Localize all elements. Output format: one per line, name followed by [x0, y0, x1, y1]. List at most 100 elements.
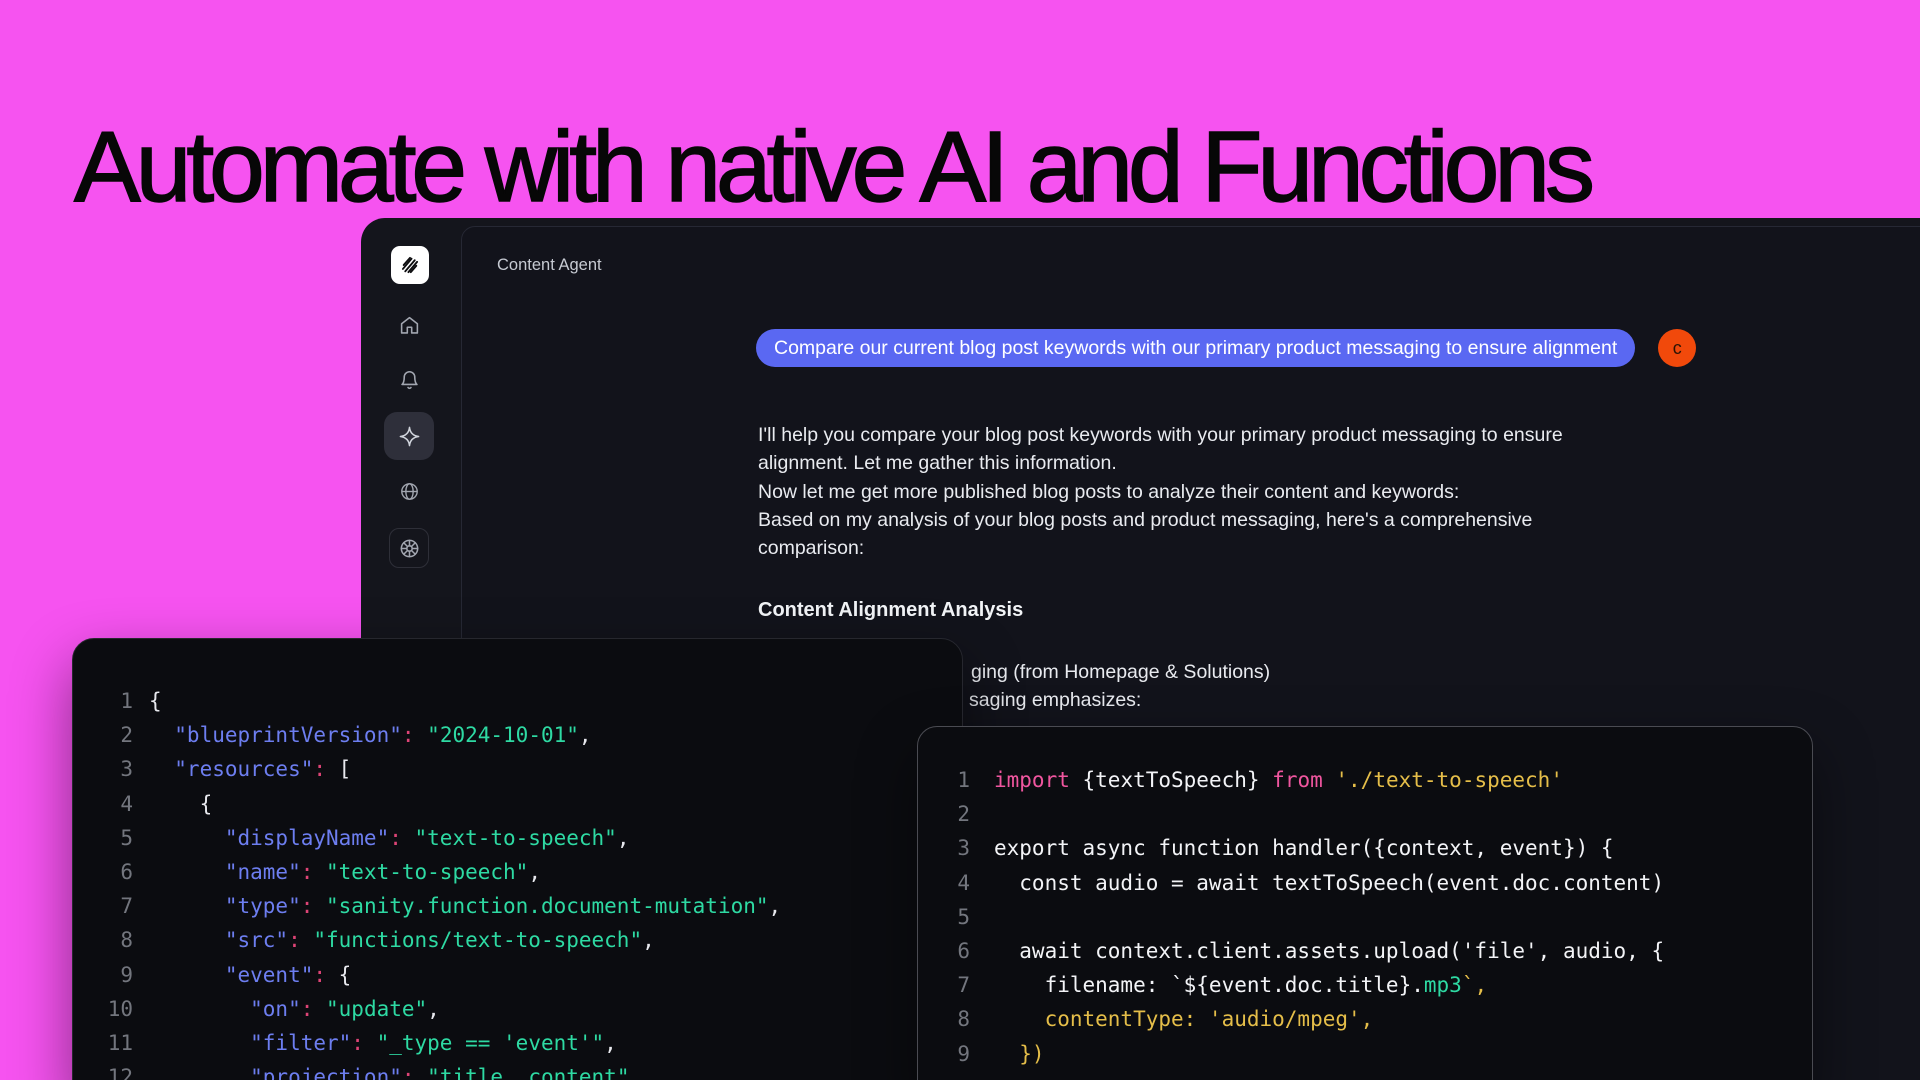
- sidebar-item-globe[interactable]: [399, 481, 420, 502]
- code-line: 10 "on": "update",: [95, 992, 962, 1026]
- sidebar-item-home[interactable]: [399, 315, 420, 336]
- code-line: 2: [940, 797, 1812, 831]
- code-token: "text-to-speech": [402, 826, 617, 850]
- code-text: "event": {: [149, 958, 351, 992]
- json-blueprint-code-window: 1{2 "blueprintVersion": "2024-10-01",3 "…: [72, 638, 963, 1080]
- code-token: :: [288, 928, 301, 952]
- code-token: "filter": [149, 1031, 351, 1055]
- user-message-bubble: Compare our current blog post keywords w…: [756, 329, 1635, 367]
- panel-title: Content Agent: [497, 256, 602, 275]
- line-number: 8: [95, 923, 133, 957]
- code-lines: 1import {textToSpeech} from './text-to-s…: [940, 763, 1812, 1071]
- assistant-response: I'll help you compare your blog post key…: [758, 421, 1603, 562]
- sparkle-icon: [398, 425, 421, 448]
- code-token: mp3: [1424, 973, 1462, 997]
- code-token: :: [402, 1065, 415, 1080]
- code-token: :: [301, 997, 314, 1021]
- code-line: 11 "filter": "_type == 'event'",: [95, 1026, 962, 1060]
- workspace-logo-button[interactable]: [391, 246, 429, 284]
- code-line: 1import {textToSpeech} from './text-to-s…: [940, 763, 1812, 797]
- code-token: ,: [427, 997, 440, 1021]
- code-token: :: [313, 757, 326, 781]
- code-lines: 1{2 "blueprintVersion": "2024-10-01",3 "…: [95, 684, 962, 1080]
- code-text: "projection": "title, content": [149, 1060, 629, 1080]
- code-text: const audio = await textToSpeech(event.d…: [994, 866, 1664, 900]
- line-number: 8: [940, 1002, 970, 1036]
- code-token: ,: [642, 928, 655, 952]
- line-number: 2: [940, 797, 970, 831]
- code-token: "resources": [149, 757, 313, 781]
- line-number: 7: [940, 968, 970, 1002]
- code-token: const audio = await textToSpeech(event.d…: [994, 871, 1664, 895]
- code-token: "name": [149, 860, 301, 884]
- code-line: 9 }): [940, 1037, 1812, 1071]
- wheel-icon: [398, 537, 421, 560]
- code-token: "sanity.function.document-mutation": [313, 894, 768, 918]
- code-token: ,: [769, 894, 782, 918]
- code-token: import: [994, 768, 1083, 792]
- code-token: {: [326, 963, 351, 987]
- code-line: 12 "projection": "title, content": [95, 1060, 962, 1080]
- line-number: 9: [940, 1037, 970, 1071]
- line-number: 3: [940, 831, 970, 865]
- code-text: "src": "functions/text-to-speech",: [149, 923, 655, 957]
- code-token: :: [301, 860, 314, 884]
- code-line: 1{: [95, 684, 962, 718]
- code-token: export async function handler({context, …: [994, 836, 1614, 860]
- code-token: ,: [579, 723, 592, 747]
- line-number: 3: [95, 752, 133, 786]
- function-code-window: 1import {textToSpeech} from './text-to-s…: [917, 726, 1813, 1080]
- line-number: 6: [95, 855, 133, 889]
- code-line: 4 {: [95, 787, 962, 821]
- sidebar-item-tools[interactable]: [389, 528, 429, 568]
- code-token: "title, content": [415, 1065, 630, 1080]
- line-number: 2: [95, 718, 133, 752]
- code-token: from: [1272, 768, 1335, 792]
- code-text: "on": "update",: [149, 992, 440, 1026]
- code-text: {: [149, 684, 162, 718]
- line-number: 4: [940, 866, 970, 900]
- sanity-logo-icon: [395, 250, 425, 280]
- code-token: "on": [149, 997, 301, 1021]
- sidebar-item-notifications[interactable]: [399, 370, 420, 391]
- code-token: :: [402, 723, 415, 747]
- code-line: 7 filename: `${event.doc.title}.mp3`,: [940, 968, 1812, 1002]
- code-token: `,: [1462, 973, 1487, 997]
- code-text: "filter": "_type == 'event'",: [149, 1026, 617, 1060]
- code-line: 5 "displayName": "text-to-speech",: [95, 821, 962, 855]
- line-number: 1: [940, 763, 970, 797]
- code-line: 3 "resources": [: [95, 752, 962, 786]
- code-line: 6 await context.client.assets.upload('fi…: [940, 934, 1812, 968]
- sidebar-item-ai-agent-active[interactable]: [384, 412, 434, 460]
- code-token: './text-to-speech': [1335, 768, 1563, 792]
- code-token: ,: [528, 860, 541, 884]
- code-line: 4 const audio = await textToSpeech(event…: [940, 866, 1812, 900]
- assistant-paragraph: Based on my analysis of your blog posts …: [758, 506, 1603, 563]
- code-token: ,: [617, 826, 630, 850]
- code-line: 2 "blueprintVersion": "2024-10-01",: [95, 718, 962, 752]
- code-token: "type": [149, 894, 301, 918]
- user-message-row: Compare our current blog post keywords w…: [756, 329, 1696, 367]
- code-text: "name": "text-to-speech",: [149, 855, 541, 889]
- assistant-paragraph: Now let me get more published blog posts…: [758, 478, 1603, 506]
- code-token: }): [994, 1042, 1045, 1066]
- code-text: "type": "sanity.function.document-mutati…: [149, 889, 781, 923]
- line-number: 12: [95, 1060, 133, 1080]
- code-line: 3 export async function handler({context,…: [940, 831, 1812, 865]
- code-token: :: [351, 1031, 364, 1055]
- clipped-text-line: ging (from Homepage & Solutions): [971, 661, 1270, 684]
- code-text: "blueprintVersion": "2024-10-01",: [149, 718, 592, 752]
- clipped-text-line: saging emphasizes:: [969, 689, 1141, 712]
- code-token: :: [389, 826, 402, 850]
- bell-icon: [399, 370, 420, 391]
- line-number: 10: [95, 992, 133, 1026]
- code-text: export async function handler({context, …: [994, 831, 1614, 865]
- code-line: 6 "name": "text-to-speech",: [95, 855, 962, 889]
- code-token: ,: [604, 1031, 617, 1055]
- analysis-heading: Content Alignment Analysis: [758, 599, 1023, 622]
- code-token: "blueprintVersion": [149, 723, 402, 747]
- code-token: "projection": [149, 1065, 402, 1080]
- code-token: contentType: 'audio/mpeg',: [994, 1007, 1373, 1031]
- code-line: 8 contentType: 'audio/mpeg',: [940, 1002, 1812, 1036]
- line-number: 1: [95, 684, 133, 718]
